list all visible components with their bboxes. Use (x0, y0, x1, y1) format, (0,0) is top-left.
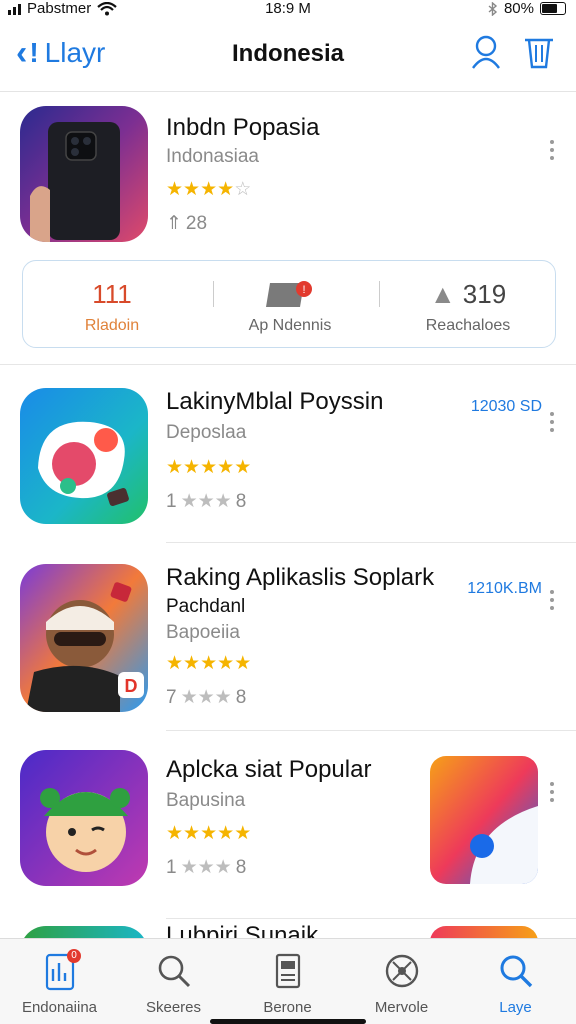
stat-reach-value: 319 (462, 279, 507, 309)
tab-search[interactable]: Laye (458, 947, 573, 1019)
tab-library[interactable]: 0 Endonaiina (2, 947, 117, 1019)
stat-ranking-label: Rladoin (84, 317, 140, 334)
featured-app-name: Inbdn Popasia (166, 114, 320, 141)
star-icon: ★ (234, 653, 251, 674)
profile-icon[interactable] (470, 34, 502, 70)
home-indicator (210, 1019, 366, 1024)
app-badge-icon: ! (266, 281, 312, 307)
tab-badge: 0 (67, 949, 81, 963)
app-icon (20, 750, 148, 886)
back-button[interactable]: ‹ ! Llayr (16, 36, 105, 70)
star-icon: ★ (200, 457, 217, 478)
trash-icon[interactable] (522, 34, 556, 70)
app-subtitle: Bapoeiia (166, 622, 240, 643)
rating-stars: ★ ★ ★ ★ ★ (166, 652, 251, 675)
svg-text:!: ! (302, 284, 305, 296)
back-chevron-icon: ‹ (16, 34, 28, 72)
tab-label: Skeeres (145, 999, 202, 1016)
app-preview-image[interactable] (430, 926, 538, 938)
app-size: 1210K.BM (467, 580, 542, 597)
star-icon: ★ (166, 823, 183, 844)
nav-bar: ‹ ! Llayr Indonesia (0, 18, 576, 92)
person-icon: ▲ (429, 279, 456, 309)
tab-bar: 0 Endonaiina Skeeres Berone Mervole Laye (0, 938, 576, 1024)
app-subtitle: Deposlaa (166, 422, 247, 443)
rating-count: 1 ★★★ 8 (166, 856, 247, 879)
featured-app-subtitle: Indonasiaa (166, 146, 259, 167)
list-item[interactable]: D Raking Aplikaslis Soplark Pachdanl Bap… (0, 554, 576, 734)
rating-stars: ★ ★ ★ ★ ★ (166, 456, 251, 479)
app-subtitle: Bapusina (166, 790, 246, 811)
star-icon: ★ (166, 457, 183, 478)
app-name: Aplcka siat Popular (166, 756, 372, 783)
search-icon (500, 955, 533, 988)
stat-app[interactable]: ! Ap Ndennis (201, 261, 379, 349)
star-icon: ★ (234, 457, 251, 478)
star-icon: ★ (183, 653, 200, 674)
rating-count: 1 ★★★ 8 (166, 490, 247, 513)
star-icon: ★ (166, 179, 183, 200)
stat-reach[interactable]: ▲ 319 Reachaloes (379, 261, 557, 349)
star-icon: ★ (200, 653, 217, 674)
app-icon: D (20, 564, 148, 712)
star-icon: ★ (217, 179, 234, 200)
tab-explore[interactable]: Mervole (344, 947, 459, 1019)
battery-percent: 80% (503, 0, 534, 17)
featured-stats-card: 111 Rladoin ! Ap Ndennis ▲ 319 Reachaloe… (22, 260, 556, 348)
stat-ranking-value: 111 (92, 279, 132, 309)
stat-reach-label: Reachaloes (425, 317, 511, 334)
more-icon[interactable] (546, 140, 558, 160)
app-icon (20, 926, 148, 938)
star-icon: ★ (217, 457, 234, 478)
more-icon[interactable] (546, 412, 558, 432)
star-icon: ★ (200, 179, 217, 200)
app-name: LakinyMblal Poyssin (166, 388, 384, 415)
bluetooth-icon (488, 1, 498, 16)
star-icon: ☆ (234, 179, 251, 200)
star-icon: ★ (183, 457, 200, 478)
featured-downloads: ⇑ 28 (166, 212, 208, 235)
rating-stars: ★ ★ ★ ★ ★ (166, 822, 251, 845)
featured-rating-stars: ★ ★ ★ ★ ☆ (166, 178, 251, 201)
app-preview-image[interactable] (430, 756, 538, 884)
status-bar: Pabstmer 18:9 M 80% (0, 0, 576, 18)
compass-icon (385, 954, 419, 988)
app-category: Pachdanl (166, 596, 246, 617)
app-icon (20, 388, 148, 524)
tab-label: Endonaiina (21, 999, 98, 1016)
document-icon (275, 953, 301, 989)
tab-search-secondary[interactable]: Skeeres (116, 947, 231, 1019)
stat-app-label: Ap Ndennis (248, 317, 332, 334)
app-name: Raking Aplikaslis Soplark (166, 564, 435, 591)
star-icon: ★ (183, 179, 200, 200)
list-item[interactable]: Lubpiri Sunaik (0, 922, 576, 938)
star-icon: ★ (234, 823, 251, 844)
alert-mark-icon: ! (29, 37, 39, 68)
star-icon: ★ (217, 653, 234, 674)
tab-label: Laye (499, 999, 532, 1016)
more-icon[interactable] (546, 782, 558, 802)
back-label: Llayr (44, 37, 106, 68)
battery-icon (540, 2, 566, 15)
star-icon: ★ (200, 823, 217, 844)
star-icon: ★ (217, 823, 234, 844)
app-name: Lubpiri Sunaik (166, 922, 319, 938)
featured-app-icon (20, 106, 148, 242)
list-item[interactable]: LakinyMblal Poyssin Deposlaa ★ ★ ★ ★ ★ 1 ★★★ 8… (0, 370, 576, 543)
tab-documents[interactable]: Berone (230, 947, 345, 1019)
svg-text:D: D (125, 676, 138, 696)
tab-label: Mervole (374, 999, 429, 1016)
star-icon: ★ (183, 823, 200, 844)
app-size: 12030 SD (470, 398, 542, 415)
star-icon: ★ (166, 653, 183, 674)
more-icon[interactable] (546, 590, 558, 610)
stat-ranking[interactable]: 111 Rladoin (23, 261, 201, 349)
download-arrow-icon: ⇑ (166, 213, 182, 234)
rating-count: 7 ★★★ 8 (166, 686, 247, 709)
search-icon (158, 955, 191, 988)
list-item[interactable]: Aplcka siat Popular Bapusina ★ ★ ★ ★ ★ 1 ★★★ 8 (0, 740, 576, 920)
tab-label: Berone (263, 999, 312, 1016)
